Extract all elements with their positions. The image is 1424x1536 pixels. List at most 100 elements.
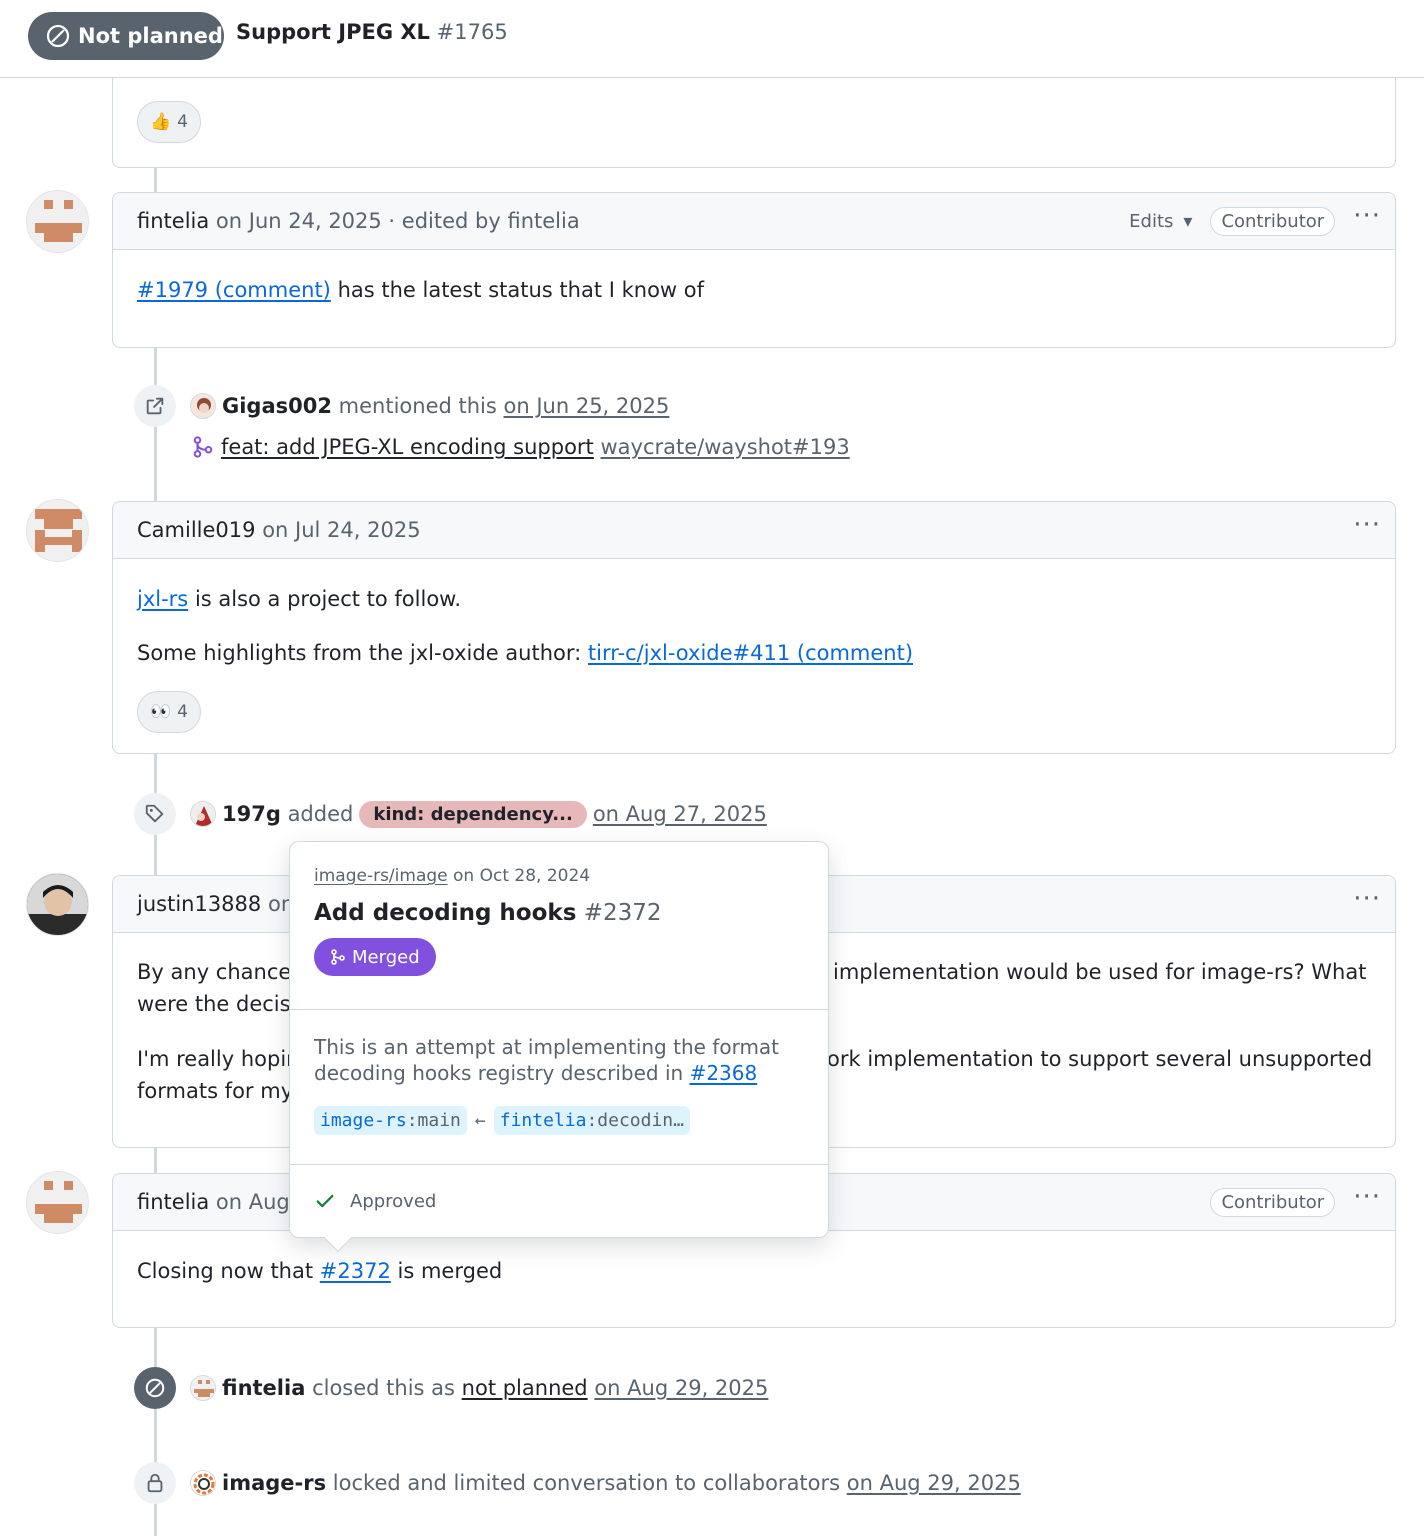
avatar[interactable] bbox=[190, 1470, 216, 1496]
base-branch-owner: image-rs bbox=[320, 1110, 407, 1131]
hovercard-desc-line: This is an attempt at implementing the f… bbox=[314, 1035, 780, 1059]
comment-box: Camille019 on Jul 24, 2025 ··· jxl-rs is… bbox=[112, 501, 1396, 754]
cross-reference-icon bbox=[134, 385, 176, 427]
reaction-button[interactable]: 👍 4 bbox=[137, 101, 201, 143]
comment-header: Camille019 on Jul 24, 2025 ··· bbox=[113, 502, 1395, 559]
event-date[interactable]: on Jun 25, 2025 bbox=[504, 394, 670, 418]
base-branch-name: :main bbox=[406, 1110, 461, 1131]
timeline-line bbox=[154, 1148, 157, 1174]
contributor-badge: Contributor bbox=[1210, 1188, 1336, 1217]
kebab-menu-icon[interactable]: ··· bbox=[1353, 1184, 1381, 1222]
event-action: closed this as bbox=[312, 1376, 455, 1400]
comment-line: I'm really hopin bbox=[137, 1047, 300, 1071]
avatar[interactable] bbox=[190, 801, 216, 827]
edits-label: Edits bbox=[1129, 211, 1174, 232]
hovercard-number: #2372 bbox=[583, 900, 662, 926]
comment-author[interactable]: fintelia bbox=[137, 209, 209, 233]
avatar[interactable] bbox=[26, 873, 89, 936]
comment-text: is also a project to follow. bbox=[194, 587, 462, 611]
mention-event: Gigas002 mentioned this on Jun 25, 2025 bbox=[134, 385, 669, 427]
eyes-icon: 👀 bbox=[150, 702, 172, 722]
comment-meta: on Jul 24, 2025 bbox=[262, 518, 421, 542]
close-reason[interactable]: not planned bbox=[462, 1376, 588, 1400]
issue-title: Support JPEG XL #1765 bbox=[236, 20, 508, 44]
comment-line: By any chance, bbox=[137, 960, 298, 984]
comment-line: implementation would be used for image-r… bbox=[833, 960, 1367, 984]
comment-link[interactable]: tirr-c/jxl-oxide#411 (comment) bbox=[588, 641, 913, 665]
merged-label: Merged bbox=[352, 946, 420, 968]
event-date[interactable]: on Aug 29, 2025 bbox=[594, 1376, 768, 1400]
tag-icon bbox=[134, 793, 176, 835]
comment-link[interactable]: jxl-rs bbox=[137, 587, 188, 611]
event-user[interactable]: fintelia bbox=[222, 1376, 305, 1400]
lock-event: image-rs locked and limited conversation… bbox=[134, 1462, 1021, 1504]
merge-icon bbox=[331, 949, 345, 965]
comment-box: fintelia on Jun 24, 2025 · edited by fin… bbox=[112, 192, 1396, 348]
event-user[interactable]: 197g bbox=[222, 802, 281, 826]
hovercard-date: on Oct 28, 2024 bbox=[453, 866, 591, 886]
comment-text: Closing now that bbox=[137, 1259, 314, 1283]
comment-text: is merged bbox=[397, 1259, 503, 1283]
thumbs-up-icon: 👍 bbox=[150, 112, 172, 132]
base-branch[interactable]: image-rs:main bbox=[314, 1106, 467, 1135]
kebab-menu-icon[interactable]: ··· bbox=[1353, 512, 1381, 550]
comment-text: ork implementation to support several un… bbox=[827, 1043, 1372, 1075]
event-action: locked and limited conversation to colla… bbox=[332, 1471, 841, 1495]
sticky-issue-header: Not planned Support JPEG XL #1765 bbox=[0, 0, 1424, 78]
merged-badge: Merged bbox=[314, 938, 436, 976]
lock-icon bbox=[134, 1462, 176, 1504]
reaction-button[interactable]: 👀 4 bbox=[137, 691, 201, 733]
hovercard-desc-link[interactable]: #2368 bbox=[690, 1061, 758, 1085]
comment-author[interactable]: justin13888 bbox=[137, 892, 261, 916]
hovercard-desc-line: decoding hooks registry described in bbox=[314, 1061, 684, 1085]
comment-link[interactable]: #1979 (comment) bbox=[137, 278, 331, 302]
avatar[interactable] bbox=[26, 190, 89, 253]
comment-line: formats for my bbox=[137, 1079, 294, 1103]
avatar[interactable] bbox=[190, 393, 216, 419]
comment-author[interactable]: Camille019 bbox=[137, 518, 256, 542]
edits-dropdown[interactable]: Edits ▾ bbox=[1129, 211, 1192, 232]
skip-icon bbox=[46, 24, 70, 48]
hovercard-description: This is an attempt at implementing the f… bbox=[314, 1034, 804, 1086]
avatar[interactable] bbox=[190, 1375, 216, 1401]
hovercard-repo-link[interactable]: image-rs/image bbox=[314, 866, 448, 886]
comment-text: implementation would be used for image-r… bbox=[833, 956, 1366, 988]
event-user[interactable]: Gigas002 bbox=[222, 394, 332, 418]
close-event: fintelia closed this as not planned on A… bbox=[134, 1367, 768, 1409]
issue-label[interactable]: kind: dependency... bbox=[359, 800, 587, 828]
kebab-menu-icon[interactable]: ··· bbox=[1353, 203, 1381, 241]
check-icon bbox=[316, 1194, 334, 1208]
label-event: 197g added kind: dependency... on Aug 27… bbox=[134, 793, 767, 835]
pr-title[interactable]: feat: add JPEG-XL encoding support bbox=[221, 435, 594, 459]
branch-info: image-rs:main ← fintelia:decodin… bbox=[314, 1106, 804, 1135]
hovercard-title[interactable]: Add decoding hooks bbox=[314, 900, 576, 926]
event-date[interactable]: on Aug 29, 2025 bbox=[847, 1471, 1021, 1495]
issue-state-badge: Not planned bbox=[28, 12, 224, 60]
comment-text: Some highlights from the jxl-oxide autho… bbox=[137, 641, 582, 665]
avatar[interactable] bbox=[26, 1171, 89, 1234]
triangle-down-icon: ▾ bbox=[1183, 211, 1193, 232]
event-action: added bbox=[287, 802, 354, 826]
pr-hovercard: image-rs/image on Oct 28, 2024 Add decod… bbox=[289, 841, 829, 1253]
comment-meta: on Jun 24, 2025 · edited by fintelia bbox=[215, 209, 580, 233]
comment-header: fintelia on Jun 24, 2025 · edited by fin… bbox=[113, 193, 1395, 250]
comment-author[interactable]: fintelia bbox=[137, 1190, 209, 1214]
pr-ref[interactable]: waycrate/wayshot#193 bbox=[600, 435, 849, 459]
comment-text: has the latest status that I know of bbox=[337, 278, 705, 302]
issue-number: #1765 bbox=[436, 20, 508, 44]
head-branch-owner: fintelia bbox=[499, 1110, 587, 1131]
kebab-menu-icon[interactable]: ··· bbox=[1353, 886, 1381, 924]
comment-line: ork implementation to support several un… bbox=[827, 1047, 1373, 1071]
head-branch-name: :decodin… bbox=[586, 1110, 684, 1131]
reaction-count: 4 bbox=[177, 112, 188, 132]
mention-pr[interactable]: feat: add JPEG-XL encoding support waycr… bbox=[192, 435, 850, 459]
event-date[interactable]: on Aug 27, 2025 bbox=[593, 802, 767, 826]
issue-title-text: Support JPEG XL bbox=[236, 20, 430, 44]
head-branch[interactable]: fintelia:decodin… bbox=[493, 1106, 690, 1135]
issue-state-label: Not planned bbox=[78, 24, 223, 48]
avatar[interactable] bbox=[26, 499, 89, 562]
skip-icon bbox=[134, 1367, 176, 1409]
timeline-line bbox=[154, 1328, 157, 1536]
comment-link[interactable]: #2372 bbox=[320, 1259, 391, 1283]
event-user[interactable]: image-rs bbox=[222, 1471, 326, 1495]
